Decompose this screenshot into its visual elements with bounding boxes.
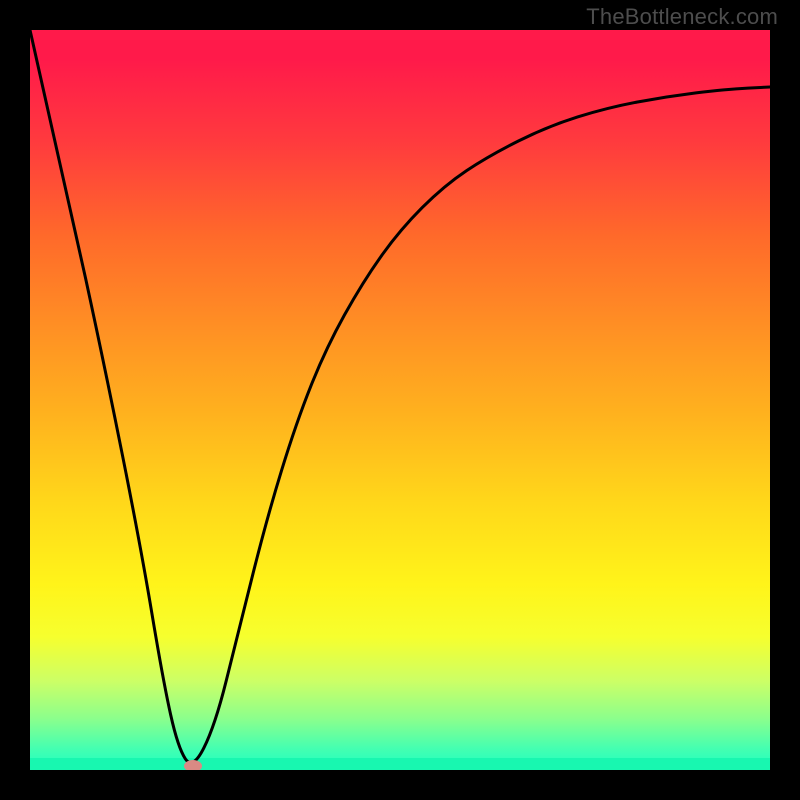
chart-plot-area [30,30,770,770]
bottleneck-curve [30,30,770,770]
watermark-text: TheBottleneck.com [586,4,778,30]
chart-frame: TheBottleneck.com [0,0,800,800]
optimal-point-marker [184,760,202,770]
